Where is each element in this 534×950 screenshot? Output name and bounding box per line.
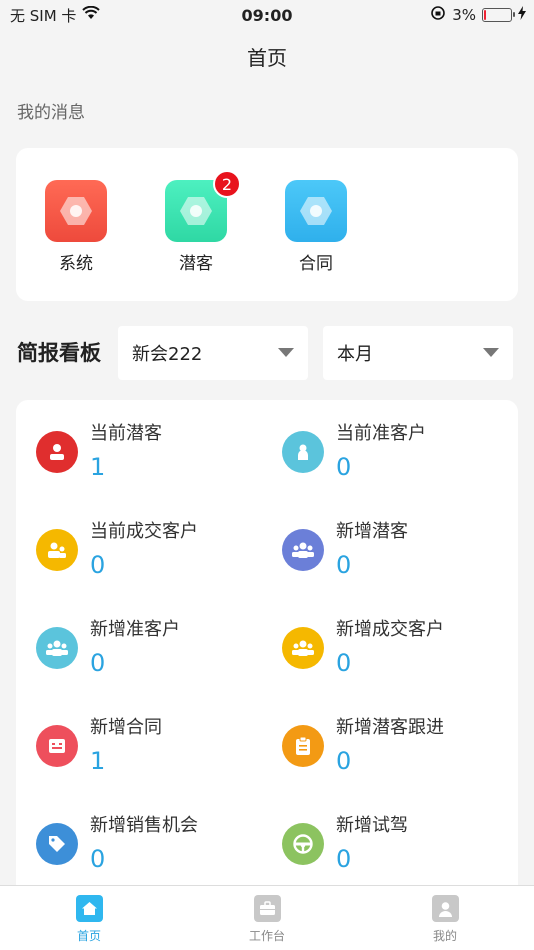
message-item-label: 系统 bbox=[59, 254, 93, 274]
nav-bar: 首页 bbox=[0, 30, 534, 82]
stat-label: 当前潜客 bbox=[90, 423, 162, 444]
contract-icon bbox=[36, 725, 78, 767]
person-icon bbox=[36, 431, 78, 473]
message-item-label: 潜客 bbox=[179, 254, 213, 274]
people-icon bbox=[36, 529, 78, 571]
unread-badge: 2 bbox=[213, 170, 241, 198]
tab-bar: 首页 工作台 我的 bbox=[0, 885, 534, 950]
stat-current-prospects[interactable]: 当前潜客 1 bbox=[16, 405, 246, 481]
group-icon bbox=[282, 627, 324, 669]
user-icon bbox=[431, 895, 459, 922]
hexagon-icon bbox=[285, 180, 347, 242]
status-bar: 无 SIM 卡 09:00 3% bbox=[0, 0, 534, 30]
wifi-icon bbox=[82, 5, 101, 24]
person-icon bbox=[282, 431, 324, 473]
briefcase-icon bbox=[253, 895, 281, 922]
stat-new-prospects[interactable]: 新增潜客 0 bbox=[262, 503, 492, 579]
stat-label: 新增潜客跟进 bbox=[336, 717, 444, 738]
message-item-contract[interactable]: 合同 bbox=[276, 180, 356, 274]
stat-new-deals[interactable]: 新增成交客户 0 bbox=[262, 601, 492, 677]
stat-label: 新增销售机会 bbox=[90, 815, 198, 836]
stat-value: 0 bbox=[336, 551, 352, 579]
page-title: 首页 bbox=[247, 45, 287, 70]
stat-value: 1 bbox=[90, 453, 106, 481]
battery-icon bbox=[482, 8, 515, 22]
group-icon bbox=[282, 529, 324, 571]
status-right: 3% bbox=[430, 5, 526, 25]
message-item-system[interactable]: 系统 bbox=[36, 180, 116, 274]
stat-label: 当前准客户 bbox=[336, 423, 426, 444]
stat-label: 新增试驾 bbox=[336, 815, 408, 836]
stat-value: 0 bbox=[336, 453, 352, 481]
hexagon-icon bbox=[45, 180, 107, 242]
stat-value: 0 bbox=[90, 845, 106, 873]
messages-section-label: 我的消息 bbox=[17, 103, 85, 123]
hexagon-icon: 2 bbox=[165, 170, 241, 242]
stat-label: 当前成交客户 bbox=[90, 521, 198, 542]
tab-label: 我的 bbox=[432, 929, 457, 943]
carrier-text: 无 SIM 卡 bbox=[10, 6, 77, 25]
store-select-value: 新会222 bbox=[132, 344, 203, 365]
stat-current-deals[interactable]: 当前成交客户 0 bbox=[16, 503, 246, 579]
stat-value: 1 bbox=[90, 747, 106, 775]
tab-label: 首页 bbox=[76, 929, 101, 943]
stat-value: 0 bbox=[90, 551, 106, 579]
group-icon bbox=[36, 627, 78, 669]
battery-percent: 3% bbox=[452, 6, 476, 24]
stat-value: 0 bbox=[336, 649, 352, 677]
stat-value: 0 bbox=[90, 649, 106, 677]
brief-board-title: 简报看板 bbox=[17, 341, 101, 365]
stat-label: 新增成交客户 bbox=[336, 619, 444, 640]
stat-current-qualified[interactable]: 当前准客户 0 bbox=[262, 405, 492, 481]
message-item-prospects[interactable]: 2 潜客 bbox=[156, 170, 241, 274]
period-select-value: 本月 bbox=[337, 344, 373, 365]
status-left: 无 SIM 卡 bbox=[10, 5, 101, 26]
tab-home[interactable]: 首页 bbox=[0, 886, 178, 950]
clipboard-icon bbox=[282, 725, 324, 767]
store-select[interactable]: 新会222 bbox=[118, 326, 308, 380]
tab-workbench[interactable]: 工作台 bbox=[178, 886, 356, 950]
tab-mine[interactable]: 我的 bbox=[356, 886, 534, 950]
home-icon bbox=[75, 895, 103, 922]
stat-value: 0 bbox=[336, 747, 352, 775]
message-item-label: 合同 bbox=[299, 254, 333, 274]
period-select[interactable]: 本月 bbox=[323, 326, 513, 380]
tab-label: 工作台 bbox=[248, 929, 285, 943]
stat-new-qualified[interactable]: 新增准客户 0 bbox=[16, 601, 246, 677]
stat-new-opportunities[interactable]: 新增销售机会 0 bbox=[16, 797, 246, 873]
stat-new-test-drives[interactable]: 新增试驾 0 bbox=[262, 797, 492, 873]
stat-new-followups[interactable]: 新增潜客跟进 0 bbox=[262, 699, 492, 775]
chevron-down-icon bbox=[483, 348, 499, 357]
stat-label: 新增准客户 bbox=[90, 619, 180, 640]
stat-label: 新增潜客 bbox=[336, 521, 408, 542]
tag-icon bbox=[36, 823, 78, 865]
stats-card: 当前潜客 1 当前准客户 0 当前成交客户 0 新增潜客 0 新增准客户 0 新… bbox=[16, 400, 518, 900]
chevron-down-icon bbox=[278, 348, 294, 357]
steering-wheel-icon bbox=[282, 823, 324, 865]
charging-icon bbox=[518, 6, 526, 24]
stat-label: 新增合同 bbox=[90, 717, 162, 738]
stat-value: 0 bbox=[336, 845, 352, 873]
messages-card: 系统 2 潜客 合同 bbox=[16, 148, 518, 301]
orientation-lock-icon bbox=[430, 5, 446, 25]
stat-new-contracts[interactable]: 新增合同 1 bbox=[16, 699, 246, 775]
